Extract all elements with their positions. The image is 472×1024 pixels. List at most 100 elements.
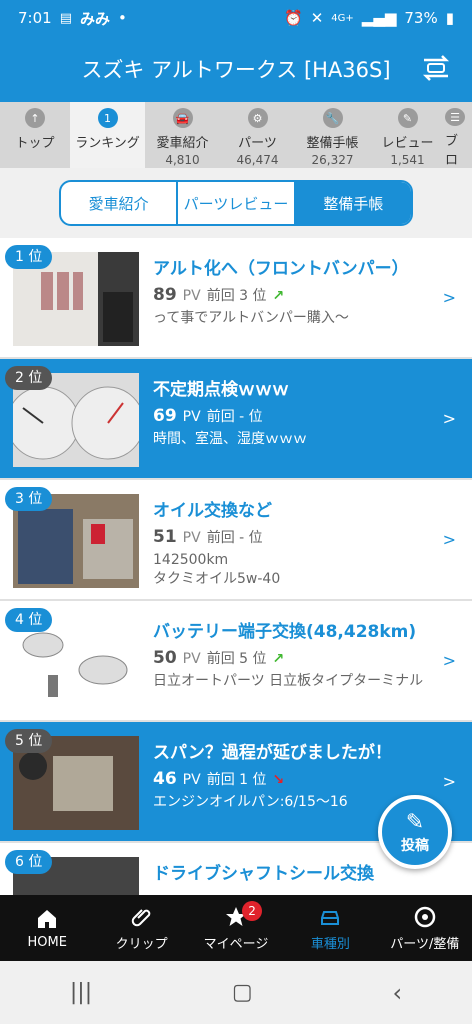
- mute-icon: ✕: [310, 9, 324, 27]
- post-button-label: 投稿: [401, 837, 429, 854]
- chevron-right-icon: >: [442, 409, 456, 428]
- tab-label: トップ: [15, 136, 55, 151]
- recent-apps-icon[interactable]: |||: [70, 980, 92, 1005]
- segment-car-intro[interactable]: 愛車紹介: [61, 182, 179, 224]
- tab-label: レビュー: [381, 136, 434, 151]
- pv-line: 46 PV 前回 1 位 ↘: [153, 769, 443, 789]
- nav-label: HOME: [27, 934, 67, 950]
- pv-count: 51: [153, 527, 177, 547]
- ranking-item[interactable]: 1 位 アルト化へ（フロントバンパー） 89 PV 前回 3 位 ↗ って事でア…: [0, 238, 472, 359]
- tab-review[interactable]: ✎ レビュー 1,541: [370, 102, 445, 168]
- status-bar: 7:01 ▤ みみ • ⏰ ✕ 4G+ ▂▄▆ 73% ▮: [0, 0, 472, 36]
- item-texts: バッテリー端子交換(48,428km) 50 PV 前回 5 位 ↗ 日立オート…: [153, 617, 443, 691]
- previous-rank: 前回 - 位: [206, 530, 263, 546]
- previous-rank: 前回 1 位: [206, 772, 267, 788]
- tab-maintenance[interactable]: 🔧 整備手帳 26,327: [295, 102, 370, 168]
- app-bar: スズキ アルトワークス [HA36S]: [0, 36, 472, 102]
- paperclip-icon: [131, 908, 150, 926]
- segment-parts-review[interactable]: パーツレビュー: [178, 182, 296, 224]
- tab-count: 4,810: [165, 153, 200, 167]
- segment-area: 愛車紹介 パーツレビュー 整備手帳: [0, 168, 472, 238]
- item-description: 日立オートパーツ 日立板タイプターミナル: [153, 673, 424, 689]
- car-model-title: スズキ アルトワークス [HA36S]: [81, 58, 391, 82]
- rank-badge: 5 位: [5, 729, 53, 753]
- tab-label: ランキング: [75, 136, 140, 151]
- status-time: 7:01: [18, 9, 52, 27]
- item-description: 時間、室温、湿度ｗｗｗ: [153, 431, 307, 447]
- post-button[interactable]: ✎ 投稿: [378, 795, 452, 869]
- blog-icon: ☰: [445, 108, 465, 126]
- tab-car-intro[interactable]: 🚘 愛車紹介 4,810: [145, 102, 220, 168]
- item-description: 142500km タクミオイル5w-40: [153, 552, 281, 587]
- item-texts: アルト化へ（フロントバンパー） 89 PV 前回 3 位 ↗ って事でアルトバン…: [153, 254, 443, 328]
- item-title: 不定期点検ｗｗｗ: [153, 380, 289, 400]
- category-tabs: ↑ トップ 1 ランキング 🚘 愛車紹介 4,810 ⚙ パーツ 46,474 …: [0, 102, 472, 168]
- nav-label: パーツ/整備: [390, 936, 460, 952]
- signal-icon: ▂▄▆: [361, 9, 397, 27]
- ranking-item[interactable]: 3 位 オイル交換など 51 PV 前回 - 位 142500km タクミオイル…: [0, 480, 472, 601]
- ranking-medal-icon: 1: [97, 108, 118, 128]
- battery-icon: ▮: [445, 9, 454, 27]
- home-icon: [38, 909, 57, 928]
- pv-unit: PV: [182, 530, 201, 546]
- rank-badge: 2 位: [5, 366, 53, 390]
- previous-rank: 前回 - 位: [206, 409, 263, 425]
- ranking-type-segment: 愛車紹介 パーツレビュー 整備手帳: [59, 180, 413, 226]
- nav-label: 車種別: [310, 936, 350, 952]
- tab-label: ブロ: [445, 134, 459, 168]
- tab-blog[interactable]: ☰ ブロ: [445, 102, 467, 168]
- nav-clip[interactable]: クリップ: [94, 895, 188, 961]
- nav-parts-maintenance[interactable]: パーツ/整備: [378, 895, 472, 961]
- notification-badge: 2: [242, 901, 263, 921]
- back-icon[interactable]: ‹: [393, 979, 403, 1007]
- wheel-icon: ⚙: [247, 108, 268, 128]
- rank-badge: 4 位: [5, 608, 53, 632]
- pv-unit: PV: [182, 651, 201, 667]
- pv-line: 89 PV 前回 3 位 ↗: [153, 285, 443, 305]
- swap-car-icon[interactable]: [418, 50, 454, 86]
- rank-badge: 6 位: [5, 850, 53, 874]
- app-notification-icons: みみ: [79, 9, 110, 28]
- ranking-item[interactable]: 2 位 不定期点検ｗｗｗ 69 PV 前回 - 位 時間、室温、湿度ｗｗｗ >: [0, 359, 472, 480]
- notification-icon: ▤: [59, 10, 72, 26]
- pv-unit: PV: [182, 772, 201, 788]
- tab-count: 46,474: [236, 153, 279, 167]
- car-front-icon: [321, 910, 340, 925]
- wrench-icon: 🔧: [322, 108, 343, 128]
- pv-count: 50: [153, 648, 177, 668]
- tab-label: 愛車紹介: [156, 136, 209, 151]
- chevron-right-icon: >: [442, 651, 456, 670]
- item-title: バッテリー端子交換(48,428km): [153, 622, 417, 642]
- item-texts: 不定期点検ｗｗｗ 69 PV 前回 - 位 時間、室温、湿度ｗｗｗ: [153, 375, 443, 449]
- pv-count: 89: [153, 285, 177, 305]
- chevron-right-icon: >: [442, 772, 456, 791]
- ranking-item[interactable]: 4 位 バッテリー端子交換(48,428km) 50 PV 前回 5 位 ↗ 日…: [0, 601, 472, 722]
- previous-rank: 前回 3 位: [206, 288, 267, 304]
- more-notifications-dot: •: [118, 9, 127, 27]
- tab-top[interactable]: ↑ トップ: [0, 102, 70, 168]
- item-description: って事でアルトバンパー購入〜: [153, 310, 349, 326]
- nav-mypage[interactable]: 2 マイページ: [189, 895, 283, 961]
- chevron-right-icon: >: [442, 288, 456, 307]
- tab-parts[interactable]: ⚙ パーツ 46,474: [220, 102, 295, 168]
- pv-unit: PV: [182, 288, 201, 304]
- tab-ranking[interactable]: 1 ランキング: [70, 102, 145, 168]
- rank-badge: 1 位: [5, 245, 53, 269]
- nav-by-car-model[interactable]: 車種別: [283, 895, 377, 961]
- nav-label: マイページ: [203, 936, 269, 952]
- network-label: 4G+: [331, 12, 354, 24]
- home-circle-icon[interactable]: ▢: [232, 980, 253, 1005]
- pv-count: 46: [153, 769, 177, 789]
- trend-up-icon: ↗: [272, 288, 285, 304]
- item-title: アルト化へ（フロントバンパー）: [153, 259, 409, 279]
- rank-badge: 3 位: [5, 487, 53, 511]
- pv-unit: PV: [182, 409, 201, 425]
- segment-maintenance[interactable]: 整備手帳: [295, 182, 411, 224]
- car-icon: 🚘: [172, 108, 193, 128]
- tab-count: 26,327: [311, 153, 354, 167]
- tab-label: 整備手帳: [306, 136, 359, 151]
- previous-rank: 前回 5 位: [206, 651, 267, 667]
- nav-home[interactable]: HOME: [0, 895, 94, 961]
- bottom-nav: HOME クリップ 2 マイページ 車種別 パーツ/整備: [0, 895, 472, 961]
- review-icon: ✎: [397, 108, 418, 128]
